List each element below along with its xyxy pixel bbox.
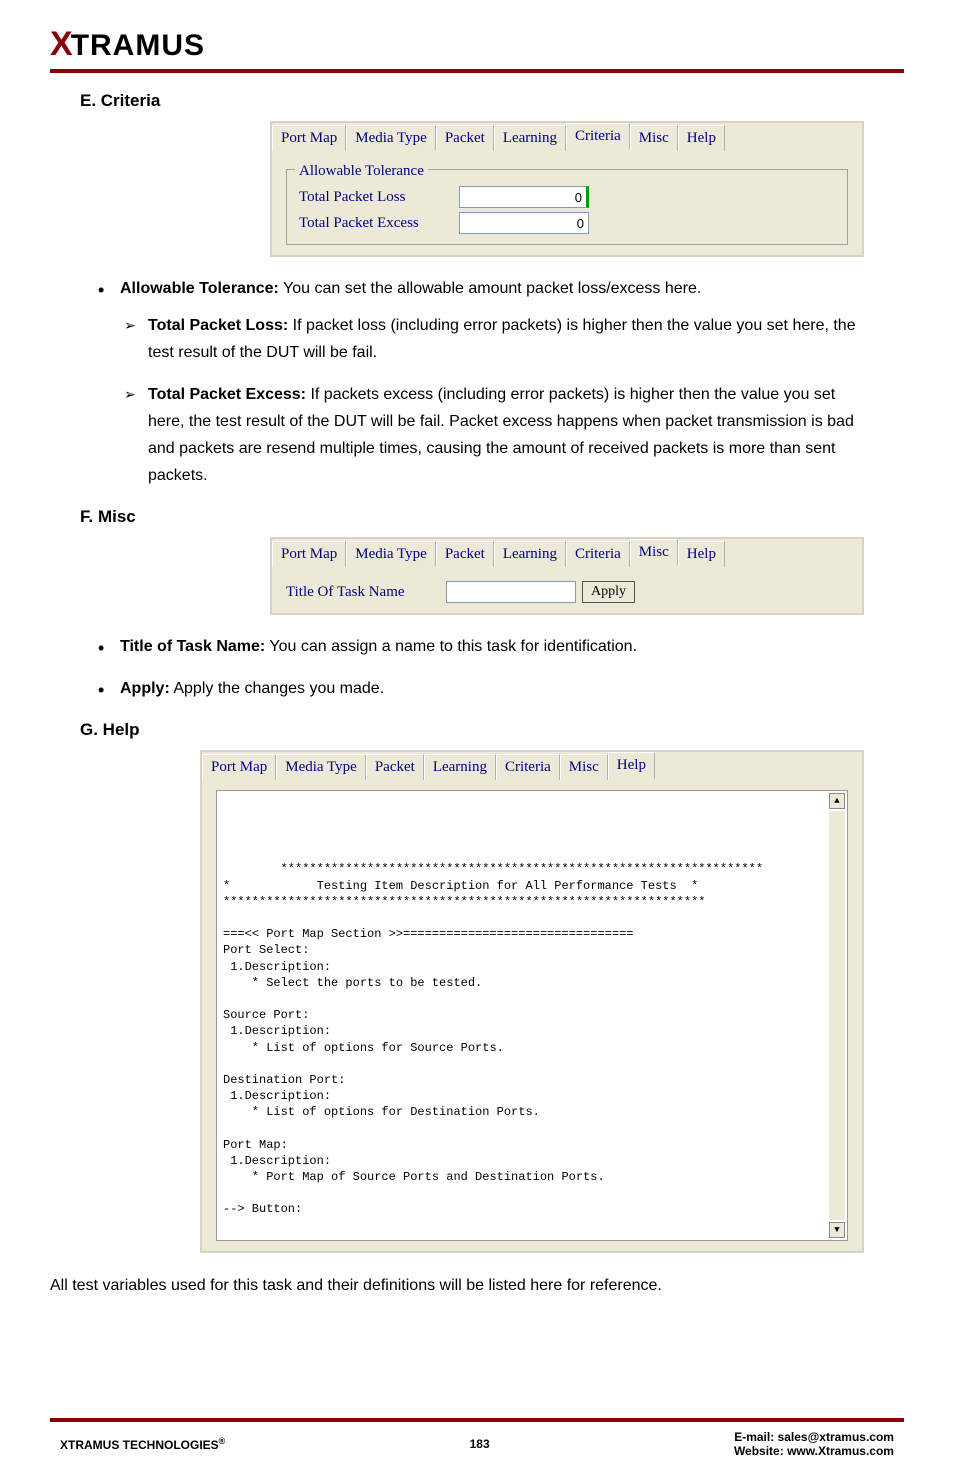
page-number: 183: [470, 1437, 490, 1451]
email-value: sales@xtramus.com: [778, 1430, 894, 1444]
criteria-bullet-main: Allowable Tolerance: You can set the all…: [120, 275, 874, 489]
sub-bullet-packet-excess: Total Packet Excess: If packets excess (…: [148, 381, 874, 490]
footer-left: XTRAMUS TECHNOLOGIES®: [60, 1436, 225, 1452]
misc-bullet-title: Title of Task Name: You can assign a nam…: [120, 633, 874, 660]
section-e-heading: E. Criteria: [80, 91, 904, 111]
packet-loss-bold: Total Packet Loss:: [148, 317, 288, 334]
scroll-down-icon[interactable]: ▼: [829, 1222, 845, 1238]
section-g-heading: G. Help: [80, 720, 904, 740]
misc-bullet-apply: Apply: Apply the changes you made.: [120, 675, 874, 702]
misc-bullets: Title of Task Name: You can assign a nam…: [120, 633, 874, 701]
tab-criteria[interactable]: Criteria: [566, 123, 630, 151]
section-f-heading: F. Misc: [80, 507, 904, 527]
misc-panel: Port Map Media Type Packet Learning Crit…: [270, 537, 864, 615]
task-name-label: Title Of Task Name: [286, 584, 446, 601]
footer: XTRAMUS TECHNOLOGIES® 183 E-mail: sales@…: [0, 1418, 954, 1478]
tab-learning[interactable]: Learning: [494, 125, 566, 151]
allowable-tolerance-group: Allowable Tolerance Total Packet Loss To…: [286, 169, 848, 245]
header-divider: [50, 69, 904, 73]
tab-portmap-2[interactable]: Port Map: [272, 541, 346, 567]
help-tab-body: ▲ ▼ ************************************…: [200, 780, 864, 1253]
tab-strip-criteria: Port Map Media Type Packet Learning Crit…: [270, 121, 864, 151]
scroll-track[interactable]: [829, 811, 845, 1220]
tab-portmap-3[interactable]: Port Map: [202, 754, 276, 780]
task-name-input[interactable]: [446, 581, 576, 603]
criteria-tab-body: Allowable Tolerance Total Packet Loss To…: [270, 151, 864, 257]
allowable-tolerance-legend: Allowable Tolerance: [295, 163, 428, 180]
tab-help[interactable]: Help: [678, 125, 725, 151]
criteria-panel: Port Map Media Type Packet Learning Crit…: [270, 121, 864, 257]
tab-mediatype-3[interactable]: Media Type: [276, 754, 366, 780]
website-label: Website:: [734, 1444, 787, 1458]
tab-criteria-3[interactable]: Criteria: [496, 754, 560, 780]
tab-misc-2[interactable]: Misc: [630, 539, 678, 567]
total-packet-excess-input[interactable]: [459, 212, 589, 234]
logo-text: TRAMUS: [71, 29, 205, 63]
total-packet-excess-label: Total Packet Excess: [299, 215, 459, 232]
criteria-bullets: Allowable Tolerance: You can set the all…: [120, 275, 874, 489]
tab-learning-2[interactable]: Learning: [494, 541, 566, 567]
tab-strip-misc: Port Map Media Type Packet Learning Crit…: [270, 537, 864, 567]
tab-help-2[interactable]: Help: [678, 541, 725, 567]
logo-letter-x: X: [50, 25, 71, 64]
tab-help-3[interactable]: Help: [608, 752, 655, 780]
title-task-bold: Title of Task Name:: [120, 638, 265, 655]
tab-criteria-2[interactable]: Criteria: [566, 541, 630, 567]
apply-bold: Apply:: [120, 680, 170, 697]
help-panel: Port Map Media Type Packet Learning Crit…: [200, 750, 864, 1253]
tab-misc-3[interactable]: Misc: [560, 754, 608, 780]
tab-mediatype[interactable]: Media Type: [346, 125, 436, 151]
tab-packet[interactable]: Packet: [436, 125, 494, 151]
tab-packet-3[interactable]: Packet: [366, 754, 424, 780]
apply-button[interactable]: Apply: [582, 581, 635, 603]
misc-tab-body: Title Of Task Name Apply: [270, 567, 864, 615]
logo: X TRAMUS: [50, 0, 904, 64]
after-help-text: All test variables used for this task an…: [50, 1273, 904, 1299]
tab-misc[interactable]: Misc: [630, 125, 678, 151]
tab-mediatype-2[interactable]: Media Type: [346, 541, 436, 567]
tab-portmap[interactable]: Port Map: [272, 125, 346, 151]
email-label: E-mail:: [734, 1430, 777, 1444]
reg-mark: ®: [219, 1436, 226, 1446]
title-task-text: You can assign a name to this task for i…: [265, 638, 637, 655]
footer-company: XTRAMUS TECHNOLOGIES: [60, 1438, 219, 1452]
total-packet-loss-label: Total Packet Loss: [299, 189, 459, 206]
total-packet-loss-input[interactable]: [459, 186, 589, 208]
website-value: www.Xtramus.com: [787, 1444, 894, 1458]
sub-bullet-packet-loss: Total Packet Loss: If packet loss (inclu…: [148, 312, 874, 366]
packet-excess-bold: Total Packet Excess:: [148, 386, 306, 403]
help-text-area[interactable]: ▲ ▼ ************************************…: [216, 790, 848, 1241]
scroll-up-icon[interactable]: ▲: [829, 793, 845, 809]
tab-learning-3[interactable]: Learning: [424, 754, 496, 780]
apply-text: Apply the changes you made.: [170, 680, 384, 697]
help-text-content: ****************************************…: [223, 862, 763, 1216]
tab-packet-2[interactable]: Packet: [436, 541, 494, 567]
tab-strip-help: Port Map Media Type Packet Learning Crit…: [200, 750, 864, 780]
footer-right: E-mail: sales@xtramus.com Website: www.X…: [734, 1430, 894, 1458]
allowable-tolerance-text: You can set the allowable amount packet …: [279, 280, 701, 297]
allowable-tolerance-bold: Allowable Tolerance:: [120, 280, 279, 297]
